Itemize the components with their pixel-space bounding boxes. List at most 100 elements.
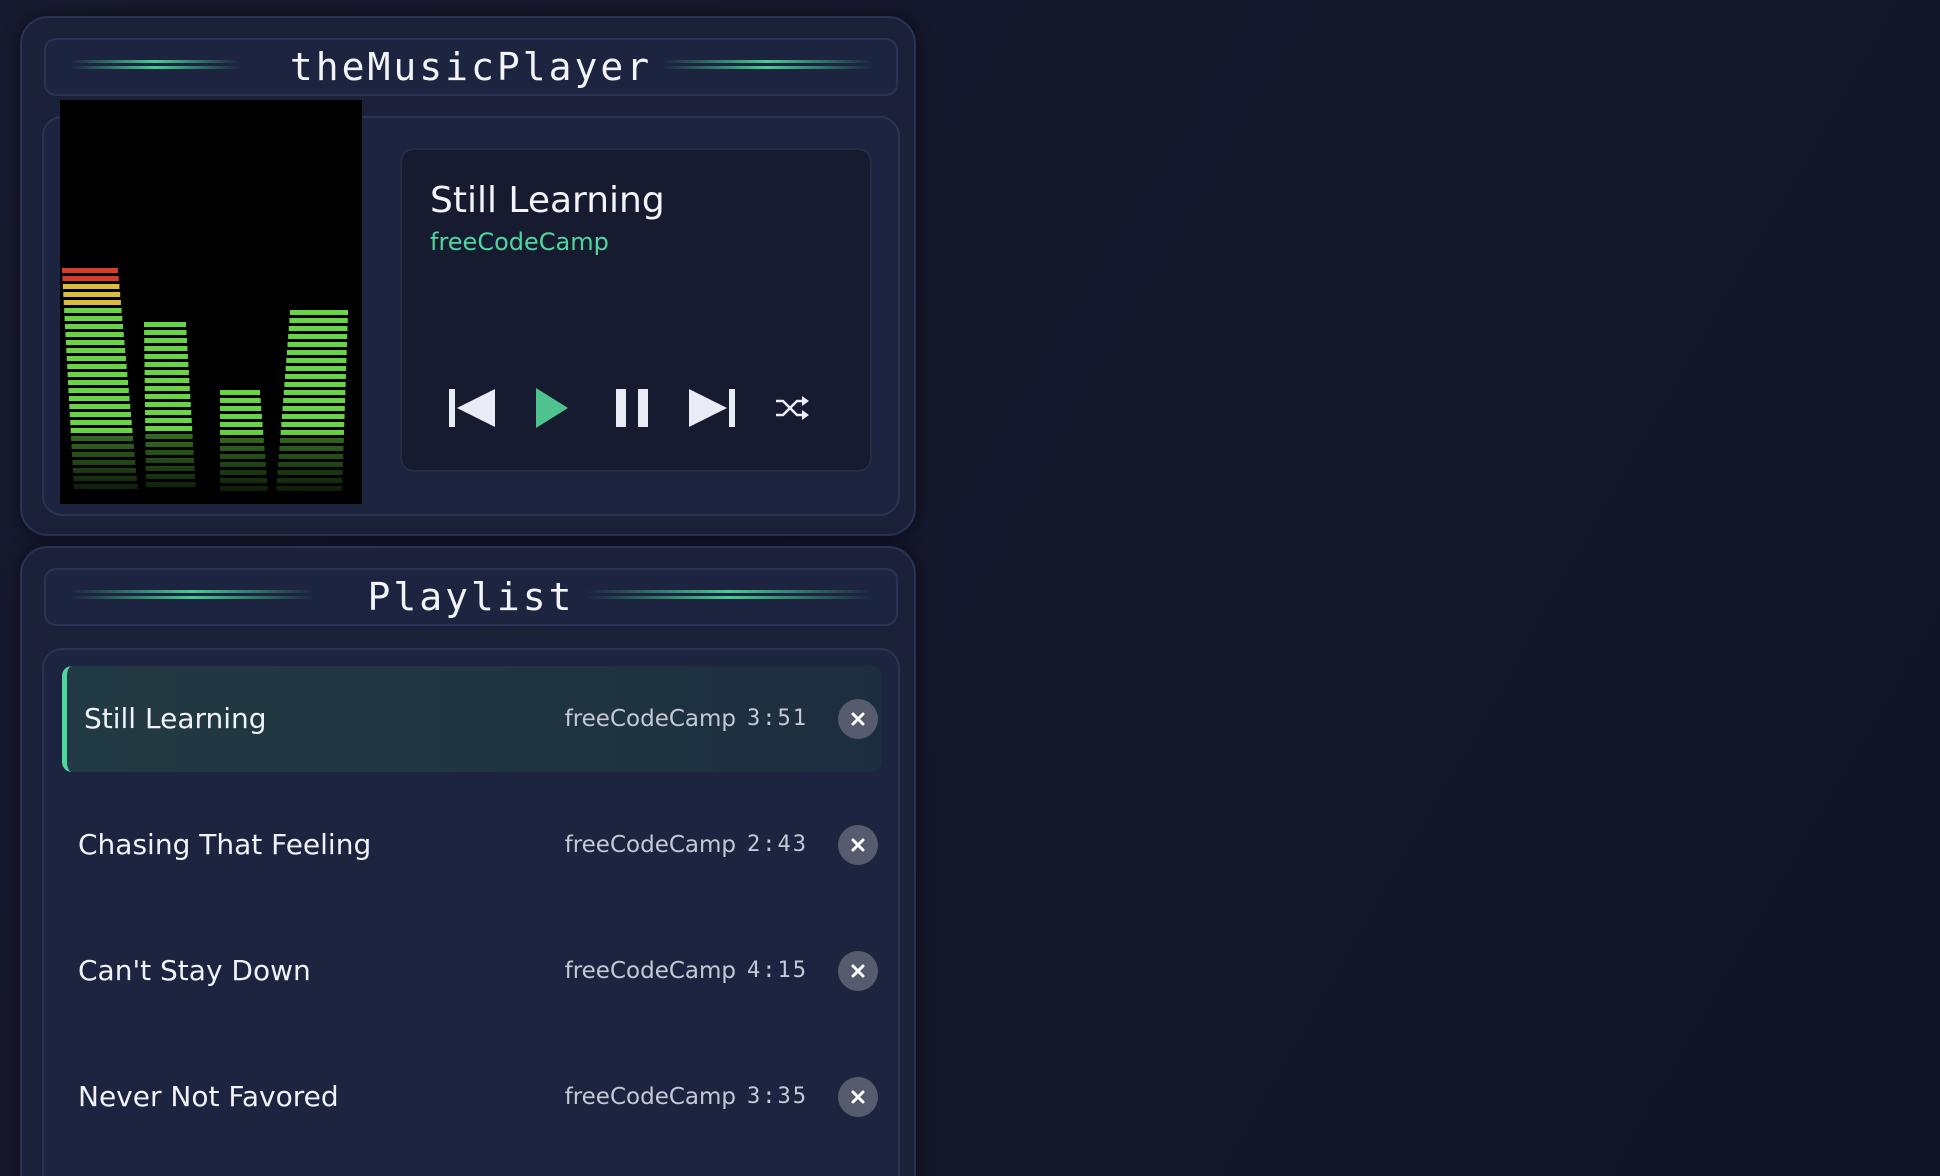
equalizer-segment	[144, 386, 190, 391]
equalizer-segment	[285, 374, 346, 379]
equalizer-segment	[144, 330, 187, 335]
playlist-item[interactable]: Never Not Favored freeCodeCamp 3:35	[62, 1044, 882, 1150]
remove-song-button[interactable]	[838, 951, 878, 991]
equalizer-segment	[286, 358, 347, 363]
equalizer-segment	[70, 420, 132, 425]
equalizer-segment	[220, 390, 260, 395]
playlist-item-artist: freeCodeCamp	[564, 958, 736, 984]
equalizer-segment	[64, 308, 122, 313]
playlist-item-duration: 3:51	[747, 706, 808, 731]
equalizer-segment	[64, 316, 123, 321]
equalizer-segment	[288, 326, 348, 331]
equalizer-segment	[68, 380, 129, 385]
close-icon	[851, 712, 865, 726]
equalizer-segment	[283, 390, 346, 395]
player-title-bar: theMusicPlayer	[44, 38, 898, 96]
playlist-item-duration: 3:35	[747, 1084, 808, 1109]
playlist-item[interactable]: Can't Stay Down freeCodeCamp 4:15	[62, 918, 882, 1024]
playlist-item-artist: freeCodeCamp	[564, 832, 736, 858]
title-decoration-right	[662, 57, 872, 77]
now-playing-panel: Still Learning freeCodeCamp	[400, 148, 872, 472]
playlist-item-title: Never Not Favored	[78, 1080, 339, 1113]
playlist-card: Playlist Still Learning freeCodeCamp 3:5…	[20, 546, 916, 1176]
equalizer-segment	[289, 318, 348, 323]
equalizer-segment	[144, 394, 191, 399]
title-decoration-left	[70, 587, 315, 607]
skip-next-icon	[689, 389, 735, 427]
equalizer-segment	[144, 370, 189, 375]
equalizer-segment	[145, 418, 192, 423]
equalizer-segment	[220, 398, 261, 403]
equalizer-segment	[281, 414, 345, 419]
equalizer-segment	[65, 324, 124, 329]
now-playing-artist: freeCodeCamp	[430, 228, 609, 256]
equalizer-segment	[282, 406, 345, 411]
close-icon	[851, 1090, 865, 1104]
remove-song-button[interactable]	[838, 1077, 878, 1117]
title-decoration-left	[70, 57, 240, 77]
equalizer-segment	[144, 346, 188, 351]
play-icon	[536, 388, 568, 428]
equalizer-segment	[145, 410, 192, 415]
pause-button[interactable]	[602, 378, 662, 438]
playlist-list: Still Learning freeCodeCamp 3:51 Chasing…	[42, 648, 900, 1176]
pause-icon	[616, 389, 648, 427]
shuffle-icon	[776, 396, 809, 420]
equalizer-segment	[65, 332, 124, 337]
equalizer-segment	[144, 354, 188, 359]
equalizer-segment	[69, 412, 131, 417]
equalizer-segment	[68, 388, 129, 393]
shuffle-button[interactable]	[762, 378, 822, 438]
equalizer-segment	[67, 364, 127, 369]
skip-previous-icon	[449, 389, 495, 427]
equalizer-artwork	[60, 170, 362, 504]
close-icon	[851, 838, 865, 852]
previous-button[interactable]	[442, 378, 502, 438]
playback-controls	[442, 378, 842, 438]
playlist-item[interactable]: Chasing That Feeling freeCodeCamp 2:43	[62, 792, 882, 898]
equalizer-segment	[290, 310, 348, 315]
playlist-item-title: Chasing That Feeling	[78, 828, 372, 861]
equalizer-segment	[68, 396, 130, 401]
equalizer-segment	[284, 382, 346, 387]
playlist-item-title: Still Learning	[84, 702, 267, 735]
now-playing-title: Still Learning	[430, 180, 665, 221]
equalizer-segment	[220, 414, 262, 419]
equalizer-segment	[288, 334, 348, 339]
close-icon	[851, 964, 865, 978]
equalizer-segment	[63, 292, 121, 297]
equalizer-segment	[285, 366, 347, 371]
equalizer-segment	[62, 268, 118, 273]
playlist-item-duration: 4:15	[747, 958, 808, 983]
next-button[interactable]	[682, 378, 742, 438]
playlist-item-duration: 2:43	[747, 832, 808, 857]
equalizer-segment	[67, 372, 128, 377]
play-button[interactable]	[522, 378, 582, 438]
equalizer-segment	[220, 406, 262, 411]
equalizer-segment	[144, 378, 190, 383]
album-art	[60, 100, 362, 504]
playlist-title: Playlist	[367, 575, 575, 619]
remove-song-button[interactable]	[838, 825, 878, 865]
page: theMusicPlayer Still Learning freeCodeCa…	[0, 0, 1940, 1176]
playlist-item-active[interactable]: Still Learning freeCodeCamp 3:51	[62, 666, 882, 772]
equalizer-segment	[62, 276, 119, 281]
equalizer-segment	[144, 338, 187, 343]
equalizer-segment	[62, 284, 120, 289]
equalizer-segment	[65, 340, 125, 345]
equalizer-segment	[286, 350, 347, 355]
equalizer-segment	[144, 402, 191, 407]
equalizer-segment	[144, 362, 189, 367]
remove-song-button[interactable]	[838, 699, 878, 739]
player-title: theMusicPlayer	[289, 45, 653, 89]
equalizer-segment	[66, 348, 126, 353]
equalizer-segment	[281, 422, 345, 427]
equalizer-segment	[287, 342, 347, 347]
equalizer-segment	[283, 398, 346, 403]
playlist-title-bar: Playlist	[44, 568, 898, 626]
playlist-item-artist: freeCodeCamp	[564, 706, 736, 732]
equalizer-segment	[66, 356, 126, 361]
equalizer-segment	[144, 322, 186, 327]
equalizer-segment	[63, 300, 121, 305]
title-decoration-right	[587, 587, 872, 607]
